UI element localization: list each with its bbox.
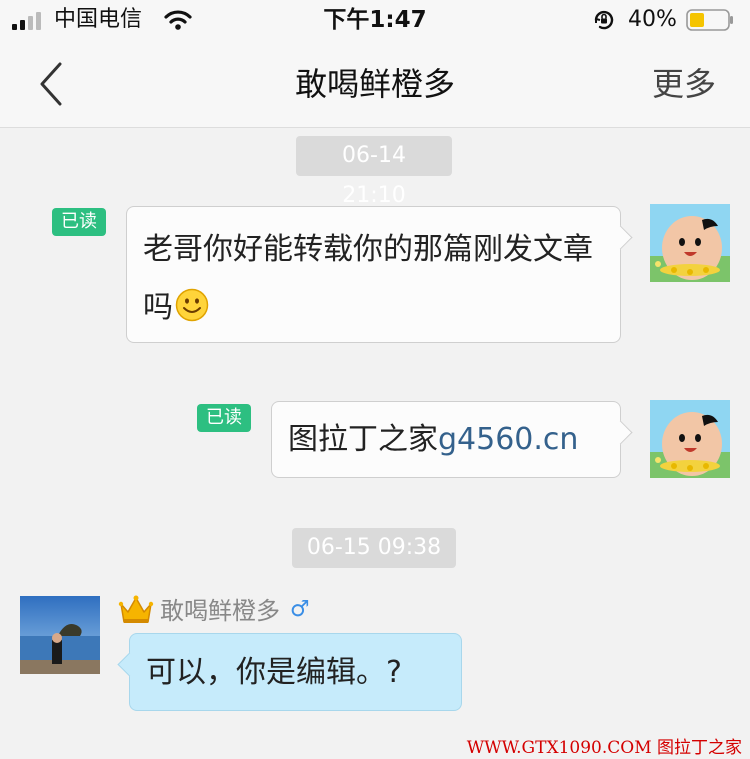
more-button[interactable]: 更多 bbox=[652, 62, 716, 106]
message-link[interactable]: g4560.cn bbox=[438, 422, 578, 457]
crown-icon bbox=[118, 595, 154, 623]
page-title: 敢喝鲜橙多 bbox=[294, 65, 455, 103]
avatar[interactable] bbox=[20, 596, 100, 674]
nav-bar: 敢喝鲜橙多 更多 bbox=[0, 40, 750, 128]
avatar[interactable] bbox=[650, 204, 730, 282]
message-bubble-outgoing[interactable]: 老哥你好能转载你的那篇刚发文章吗 bbox=[126, 206, 621, 343]
message-timestamp: 06-15 09:38 bbox=[292, 528, 456, 568]
message-text: 老哥你好能转载你的那篇刚发文章吗 bbox=[143, 232, 593, 325]
male-gender-icon: ♂ bbox=[290, 597, 310, 622]
read-receipt-badge: 已读 bbox=[52, 208, 106, 236]
message-bubble-outgoing[interactable]: 图拉丁之家g4560.cn bbox=[271, 401, 621, 478]
cartoon-character-icon bbox=[650, 400, 730, 478]
message-text: 可以，你是编辑。? bbox=[146, 655, 402, 690]
battery-percent: 40% bbox=[628, 7, 677, 32]
sender-name[interactable]: 敢喝鲜橙多 bbox=[160, 594, 280, 628]
message-timestamp: 06-14 21:10 bbox=[296, 136, 452, 208]
message-bubble-incoming[interactable]: 可以，你是编辑。? bbox=[129, 633, 462, 711]
read-receipt-badge: 已读 bbox=[197, 404, 251, 432]
avatar[interactable] bbox=[650, 400, 730, 478]
cartoon-character-icon bbox=[650, 204, 730, 282]
status-bar: 中国电信 下午1:47 40% bbox=[0, 0, 750, 40]
rotation-lock-icon bbox=[594, 10, 614, 30]
battery-icon bbox=[686, 9, 733, 31]
watermark-text: WWW.GTX1090.COM 图拉丁之家 bbox=[466, 738, 742, 758]
smiling-face-icon bbox=[175, 288, 209, 322]
message-text: 图拉丁之家 bbox=[288, 422, 438, 457]
landscape-photo-icon bbox=[20, 596, 100, 674]
